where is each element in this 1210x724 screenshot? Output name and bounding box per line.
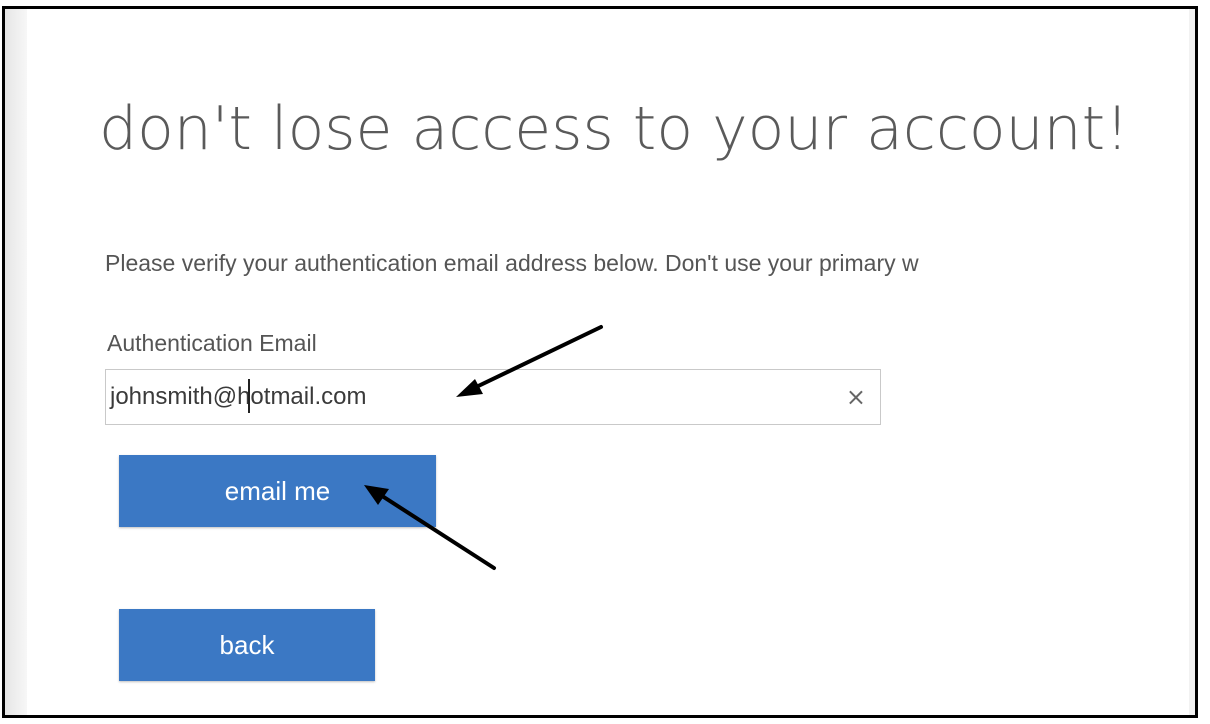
authentication-email-label: Authentication Email: [107, 330, 317, 356]
text-cursor: [248, 379, 250, 413]
email-input-value: johnsmith@hotmail.com: [110, 383, 367, 410]
back-button[interactable]: back: [119, 609, 375, 681]
right-edge-strip: [1189, 9, 1195, 715]
instruction-text: Please verify your authentication email …: [105, 250, 919, 276]
left-edge-strip: [5, 9, 27, 715]
page-title: don't lose access to your account!: [99, 94, 1130, 164]
screenshot-frame: don't lose access to your account! Pleas…: [2, 6, 1198, 718]
close-icon[interactable]: ×: [846, 380, 866, 414]
authentication-email-input[interactable]: johnsmith@hotmail.com ×: [105, 369, 881, 425]
email-me-button[interactable]: email me: [119, 455, 436, 527]
